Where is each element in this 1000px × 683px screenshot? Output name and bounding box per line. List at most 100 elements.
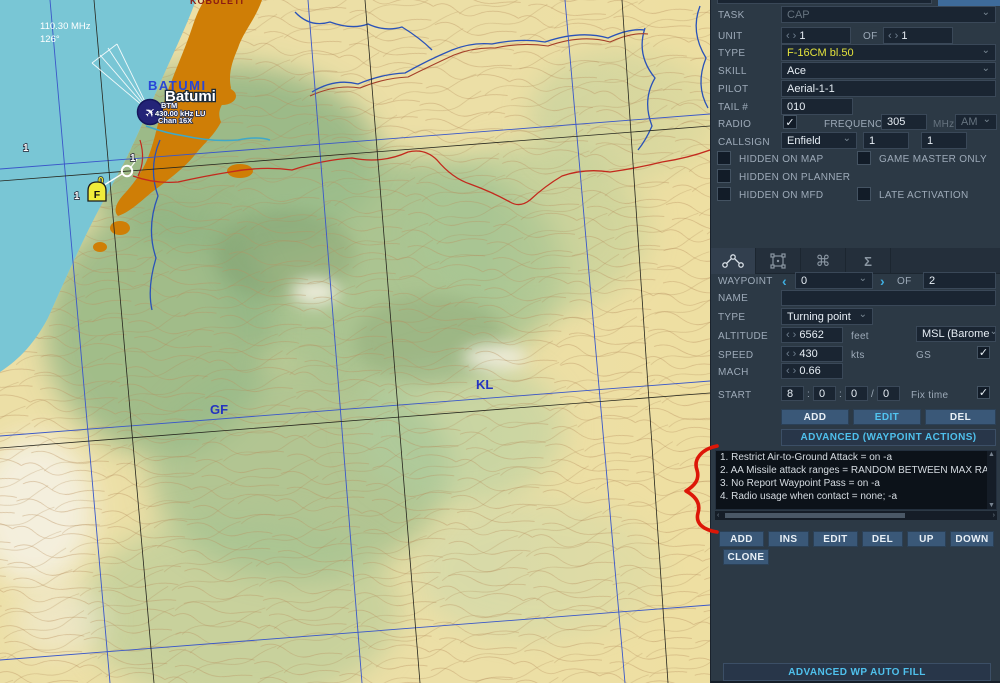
scrollbar-thumb[interactable] — [725, 513, 906, 518]
task-dropdown[interactable]: CAP ⌄ — [781, 6, 996, 23]
waypoint-add-button[interactable]: ADD — [781, 409, 849, 425]
decrement-icon[interactable]: ‹ — [786, 365, 790, 377]
modulation-value: AM — [961, 116, 978, 128]
hidden-on-mfd-checkbox[interactable] — [717, 187, 731, 201]
waypoint-of-label: OF — [897, 276, 912, 287]
callsign-dropdown[interactable]: Enfield ⌄ — [781, 132, 857, 149]
decrement-icon[interactable]: ‹ — [786, 348, 790, 360]
tab-zone[interactable] — [756, 248, 801, 274]
hidden-on-map-checkbox[interactable] — [717, 151, 731, 165]
waypoint-total-value: 2 — [929, 274, 936, 287]
action-del-button[interactable]: DEL — [862, 531, 903, 547]
radio-checkbox[interactable]: ✓ — [783, 115, 797, 129]
increment-icon[interactable]: › — [895, 30, 899, 42]
list-item[interactable]: 1. Restrict Air-to-Ground Attack = on -a — [716, 451, 996, 464]
scroll-down-icon[interactable]: ▼ — [986, 502, 996, 509]
check-icon: ✓ — [978, 347, 989, 359]
tab-summary[interactable]: Σ — [846, 248, 891, 274]
waypoint-actions-list[interactable]: 1. Restrict Air-to-Ground Attack = on -a… — [715, 450, 997, 510]
waypoint-1-label: 1 — [130, 153, 136, 164]
callsign-number-input[interactable]: 1 — [863, 132, 909, 149]
start-day-input[interactable]: 0 — [877, 386, 900, 401]
waypoint-edit-button[interactable]: EDIT — [853, 409, 921, 425]
increment-icon[interactable]: › — [793, 30, 797, 42]
action-edit-button[interactable]: EDIT — [813, 531, 858, 547]
partial-top-input[interactable] — [717, 0, 932, 4]
waypoint-del-button[interactable]: DEL — [925, 409, 996, 425]
chevron-down-icon: ⌄ — [858, 272, 867, 284]
tail-number-input[interactable]: 010 — [781, 98, 853, 115]
unit-stepper[interactable]: ‹ › 1 — [781, 27, 851, 44]
waypoint-name-input[interactable] — [781, 290, 996, 306]
mach-value: 0.66 — [799, 365, 821, 377]
chevron-down-icon: ⌄ — [981, 6, 990, 18]
chevron-down-icon: ⌄ — [842, 132, 851, 144]
ils-frequency-label: 110.30 MHz — [40, 21, 91, 32]
game-master-only-label: GAME MASTER ONLY — [879, 154, 987, 165]
prev-waypoint-button[interactable]: ‹ — [782, 273, 787, 289]
unit-total-stepper[interactable]: ‹ › 1 — [883, 27, 953, 44]
sigma-icon: Σ — [864, 253, 872, 269]
map-viewport[interactable]: 110.30 MHz 126° KOBULETI ✈ BATUMI Batumi… — [0, 0, 710, 683]
scroll-right-icon[interactable]: › — [991, 512, 997, 519]
decrement-icon[interactable]: ‹ — [786, 30, 790, 42]
tab-route[interactable] — [711, 248, 756, 274]
game-master-only-checkbox[interactable] — [857, 151, 871, 165]
gs-checkbox[interactable]: ✓ — [977, 346, 990, 359]
decrement-icon[interactable]: ‹ — [786, 329, 790, 341]
start-minutes-value: 0 — [819, 387, 826, 400]
tail-number-value: 010 — [787, 100, 806, 113]
increment-icon[interactable]: › — [793, 348, 797, 360]
altitude-stepper[interactable]: ‹ › 6562 — [781, 327, 843, 343]
advanced-wp-auto-fill-button[interactable]: ADVANCED WP AUTO FILL — [723, 663, 991, 681]
chevron-down-icon: ⌄ — [989, 327, 995, 337]
hidden-on-map-label: HIDDEN ON MAP — [739, 154, 824, 165]
increment-icon[interactable]: › — [793, 365, 797, 377]
callsign-flight-input[interactable]: 1 — [921, 132, 967, 149]
advanced-waypoint-actions-button[interactable]: ADVANCED (WAYPOINT ACTIONS) — [781, 429, 996, 446]
waypoint-type-dropdown[interactable]: Turning point ⌄ — [781, 308, 873, 325]
pilot-name-input[interactable]: Aerial-1-1 — [781, 80, 996, 97]
fix-time-checkbox[interactable]: ✓ — [977, 386, 990, 399]
tab-actions[interactable]: ⌘ — [801, 248, 846, 274]
topographic-map[interactable]: 110.30 MHz 126° KOBULETI ✈ BATUMI Batumi… — [0, 0, 710, 683]
unit-properties-panel: TASK CAP ⌄ UNIT ‹ › 1 OF ‹ › 1 TYPE F-16… — [710, 0, 1000, 683]
decrement-icon[interactable]: ‹ — [888, 30, 892, 42]
horizontal-scrollbar[interactable]: ‹ › — [715, 511, 997, 520]
skill-dropdown[interactable]: Ace ⌄ — [781, 62, 996, 79]
speed-value: 430 — [799, 348, 818, 360]
aircraft-type-dropdown[interactable]: F-16CM bl.50 ⌄ — [781, 44, 996, 61]
check-icon: ✓ — [978, 387, 989, 399]
altitude-reference-dropdown[interactable]: MSL (Barome ⌄ — [916, 326, 996, 342]
mission-editor-screen: 110.30 MHz 126° KOBULETI ✈ BATUMI Batumi… — [0, 0, 1000, 683]
increment-icon[interactable]: › — [793, 329, 797, 341]
waypoint-number-dropdown[interactable]: 0 ⌄ — [795, 272, 873, 289]
start-hours-input[interactable]: 8 — [781, 386, 804, 401]
frequency-input[interactable]: 305 — [881, 114, 927, 130]
next-waypoint-button[interactable]: › — [880, 273, 885, 289]
scroll-up-icon[interactable]: ▲ — [986, 451, 996, 458]
vertical-scrollbar[interactable]: ▲ ▼ — [987, 451, 996, 509]
waypoint-total-input[interactable]: 2 — [923, 272, 996, 289]
start-seconds-input[interactable]: 0 — [845, 386, 868, 401]
time-colon: : — [807, 389, 811, 400]
hidden-on-planner-checkbox[interactable] — [717, 169, 731, 183]
action-up-button[interactable]: UP — [907, 531, 946, 547]
mach-stepper[interactable]: ‹ › 0.66 — [781, 363, 843, 379]
modulation-dropdown[interactable]: AM ⌄ — [955, 114, 997, 130]
speed-stepper[interactable]: ‹ › 430 — [781, 346, 843, 362]
start-minutes-input[interactable]: 0 — [813, 386, 836, 401]
frequency-value: 305 — [887, 116, 906, 128]
action-add-button[interactable]: ADD — [719, 531, 764, 547]
action-clone-button[interactable]: CLONE — [723, 549, 769, 565]
ils-course-label: 126° — [40, 34, 60, 45]
late-activation-checkbox[interactable] — [857, 187, 871, 201]
action-down-button[interactable]: DOWN — [950, 531, 994, 547]
list-item[interactable]: 3. No Report Waypoint Pass = on -a — [716, 477, 996, 490]
list-item[interactable]: 2. AA Missile attack ranges = RANDOM BET… — [716, 464, 996, 477]
list-item[interactable]: 4. Radio usage when contact = none; -a — [716, 490, 996, 503]
altitude-label: ALTITUDE — [718, 331, 768, 342]
action-ins-button[interactable]: INS — [768, 531, 809, 547]
fighter-group-icon[interactable]: F — [87, 181, 107, 202]
scroll-left-icon[interactable]: ‹ — [715, 512, 721, 519]
